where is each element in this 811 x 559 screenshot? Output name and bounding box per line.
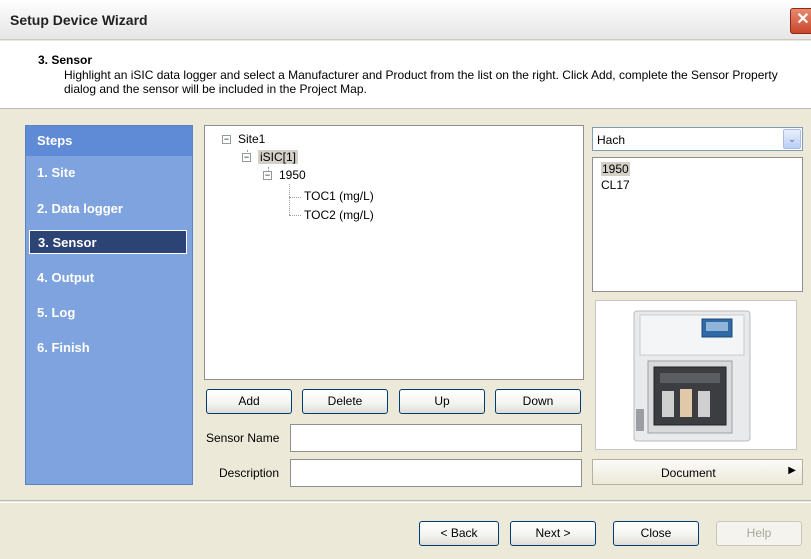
window-title: Setup Device Wizard bbox=[10, 12, 148, 28]
add-button[interactable]: Add bbox=[206, 389, 292, 414]
footer-divider bbox=[0, 502, 811, 503]
analyzer-image bbox=[633, 310, 751, 442]
up-button[interactable]: Up bbox=[399, 389, 485, 414]
delete-button[interactable]: Delete bbox=[302, 389, 388, 414]
arrow-right-icon: ▶ bbox=[788, 465, 796, 476]
document-button[interactable]: Document ▶ bbox=[592, 459, 803, 485]
step-title: 3. Sensor bbox=[38, 53, 93, 67]
manufacturer-select[interactable]: Hach ⌄ bbox=[592, 127, 803, 151]
down-button[interactable]: Down bbox=[495, 389, 581, 414]
tree-connector bbox=[289, 215, 301, 216]
collapse-icon[interactable]: − bbox=[263, 171, 272, 180]
tree-node-label: 1950 bbox=[279, 168, 306, 182]
step-item-data-logger[interactable]: 2. Data logger bbox=[37, 201, 123, 216]
step-item-site[interactable]: 1. Site bbox=[37, 165, 75, 180]
sensor-name-label: Sensor Name bbox=[206, 431, 280, 445]
back-button[interactable]: < Back bbox=[419, 521, 499, 546]
manufacturer-selected-value: Hach bbox=[597, 133, 626, 147]
product-list[interactable]: 1950 CL17 bbox=[592, 157, 803, 292]
step-description: Highlight an iSIC data logger and select… bbox=[64, 68, 778, 96]
close-button[interactable]: Close bbox=[613, 521, 699, 546]
tree-node-label: iSIC[1] bbox=[258, 150, 299, 164]
step-item-log[interactable]: 5. Log bbox=[37, 305, 75, 320]
help-button[interactable]: Help bbox=[716, 521, 802, 546]
collapse-icon[interactable]: − bbox=[222, 135, 231, 144]
tree-connector bbox=[289, 197, 301, 198]
tree-node-label: Site1 bbox=[238, 132, 266, 146]
description-label: Description bbox=[219, 466, 280, 480]
steps-panel: Steps 1. Site 2. Data logger 3. Sensor 4… bbox=[25, 125, 193, 485]
tree-node-toc2[interactable]: TOC2 (mg/L) bbox=[304, 208, 374, 222]
step-item-sensor[interactable]: 3. Sensor bbox=[29, 230, 187, 254]
project-tree[interactable]: − Site1 − iSIC[1] − 1950 TOC1 (mg/L) TOC… bbox=[204, 125, 584, 380]
steps-heading: Steps bbox=[26, 126, 192, 156]
title-bar: Setup Device Wizard ✕ bbox=[0, 0, 811, 40]
description-input[interactable] bbox=[290, 459, 582, 487]
wizard-header: 3. Sensor Highlight an iSIC data logger … bbox=[0, 41, 811, 109]
product-image bbox=[595, 300, 797, 450]
chevron-down-icon[interactable]: ⌄ bbox=[783, 129, 801, 149]
step-item-finish[interactable]: 6. Finish bbox=[37, 340, 90, 355]
close-window-button[interactable]: ✕ bbox=[790, 8, 811, 34]
product-item-1950[interactable]: 1950 bbox=[601, 162, 630, 176]
collapse-icon[interactable]: − bbox=[242, 153, 251, 162]
next-button[interactable]: Next > bbox=[510, 521, 596, 546]
close-icon: ✕ bbox=[796, 11, 810, 28]
step-item-output[interactable]: 4. Output bbox=[37, 270, 94, 285]
sensor-name-input[interactable] bbox=[290, 424, 582, 452]
tree-node-toc1[interactable]: TOC1 (mg/L) bbox=[304, 189, 374, 203]
document-button-label: Document bbox=[661, 466, 716, 480]
product-item-cl17[interactable]: CL17 bbox=[601, 178, 630, 192]
tree-connector bbox=[289, 184, 290, 215]
